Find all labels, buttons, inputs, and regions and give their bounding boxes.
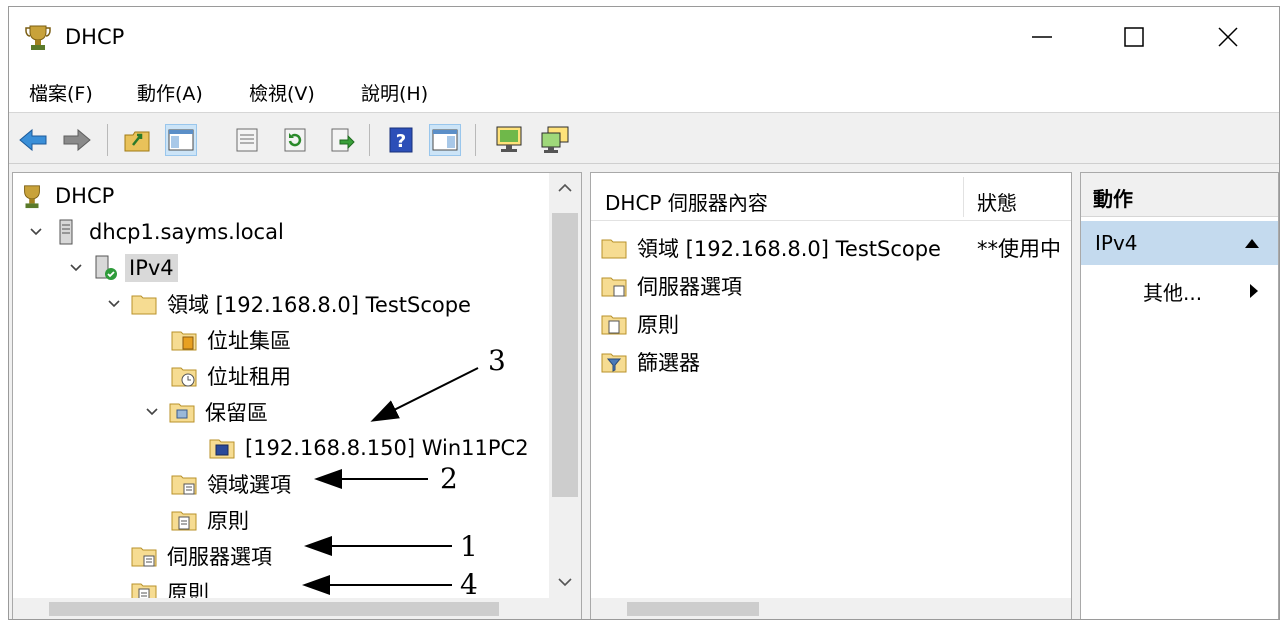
menu-view[interactable]: 檢視(V) <box>249 79 315 106</box>
scrollbar-thumb[interactable] <box>627 602 759 616</box>
ipv4-server-icon <box>95 255 117 280</box>
chevron-down-icon[interactable] <box>107 297 121 311</box>
tree-item-reservation-entry[interactable]: [192.168.8.150] Win11PC2 <box>209 431 529 465</box>
list-item-filters[interactable]: 篩選器 <box>601 345 700 379</box>
title-bar: DHCP <box>9 7 1279 67</box>
folder-icon <box>131 295 157 315</box>
list-item-server-options[interactable]: 伺服器選項 <box>601 269 742 303</box>
server-options-icon <box>131 547 157 567</box>
results-horizontal-scrollbar[interactable] <box>591 598 1071 619</box>
menu-file[interactable]: 檔案(F) <box>29 79 93 106</box>
tree-item-scope[interactable]: 領域 [192.168.8.0] TestScope <box>107 287 471 321</box>
annotation-number-1: 1 <box>460 530 478 563</box>
column-name-header[interactable]: DHCP 伺服器內容 <box>605 187 768 216</box>
annotation-number-4: 4 <box>460 568 478 601</box>
list-item-name: 領域 [192.168.8.0] TestScope <box>637 237 941 261</box>
show-hide-console-tree-icon[interactable] <box>165 124 197 156</box>
list-item-scope[interactable]: 領域 [192.168.8.0] TestScope **使用中 <box>601 231 1061 265</box>
add-server-icon[interactable] <box>539 124 571 156</box>
server-tower-icon <box>59 219 73 245</box>
submenu-arrow-icon[interactable] <box>1249 283 1259 299</box>
menu-bar: 檔案(F) 動作(A) 檢視(V) 說明(H) <box>9 67 1279 113</box>
list-item-name: 伺服器選項 <box>637 275 742 299</box>
scroll-up-icon[interactable] <box>558 183 572 193</box>
annotation-number-2: 2 <box>440 462 458 495</box>
folder-icon <box>601 239 627 259</box>
toolbar: ? <box>9 114 1279 164</box>
tree-label: DHCP <box>55 184 115 208</box>
list-item-name: 篩選器 <box>637 351 700 375</box>
tree-label: 伺服器選項 <box>167 545 272 569</box>
tree-label: [192.168.8.150] Win11PC2 <box>245 436 529 460</box>
reservations-icon <box>169 403 195 423</box>
scrollbar-thumb[interactable] <box>552 213 578 497</box>
tree-item-reservations[interactable]: 保留區 <box>145 395 268 429</box>
annotation-number-3: 3 <box>488 344 506 377</box>
tree-label: 原則 <box>207 509 249 533</box>
tree-item-server-options[interactable]: 伺服器選項 <box>131 539 272 573</box>
address-leases-icon <box>171 367 197 387</box>
action-pane: 動作 IPv4 其他... <box>1080 172 1279 619</box>
column-header: DHCP 伺服器內容 狀態 <box>591 173 1071 221</box>
tree-item-server[interactable]: dhcp1.sayms.local <box>29 215 284 249</box>
scroll-down-icon[interactable] <box>558 577 572 587</box>
help-icon[interactable]: ? <box>385 124 417 156</box>
dhcp-trophy-icon <box>25 25 51 50</box>
tree-label: 位址租用 <box>207 365 291 389</box>
tree-item-dhcp-root[interactable]: DHCP <box>19 179 114 213</box>
tree-horizontal-scrollbar[interactable] <box>13 598 581 619</box>
reservation-computer-icon <box>209 439 235 459</box>
export-list-icon[interactable] <box>327 124 359 156</box>
tree-label: 位址集區 <box>207 329 291 353</box>
refresh-icon[interactable] <box>279 124 311 156</box>
tree-item-scope-policies[interactable]: 原則 <box>171 503 249 537</box>
back-arrow-icon[interactable] <box>17 124 49 156</box>
up-folder-icon[interactable] <box>121 124 153 156</box>
tree-item-address-leases[interactable]: 位址租用 <box>171 359 291 393</box>
window-title: DHCP <box>65 25 125 49</box>
properties-icon[interactable] <box>231 124 263 156</box>
tree-label: 領域選項 <box>207 473 291 497</box>
tree-item-address-pool[interactable]: 位址集區 <box>171 323 291 357</box>
minimize-button[interactable] <box>1019 17 1065 57</box>
action-section-label: IPv4 <box>1095 231 1138 255</box>
scrollbar-thumb[interactable] <box>49 602 499 616</box>
action-pane-title: 動作 <box>1081 173 1278 217</box>
tree-label: 領域 [192.168.8.0] TestScope <box>167 293 471 317</box>
menu-action[interactable]: 動作(A) <box>137 79 203 106</box>
menu-help[interactable]: 說明(H) <box>361 79 428 106</box>
chevron-down-icon[interactable] <box>29 225 43 239</box>
svg-text:?: ? <box>396 131 406 152</box>
dhcp-console-window: DHCP 檔案(F) 動作(A) 檢視(V) 說明(H) ? DHCP dhcp… <box>8 6 1280 620</box>
action-section-ipv4[interactable]: IPv4 <box>1081 221 1278 265</box>
list-item-name: 原則 <box>637 313 679 337</box>
action-more-actions[interactable]: 其他... <box>1143 277 1202 306</box>
close-button[interactable] <box>1205 17 1251 57</box>
results-pane: DHCP 伺服器內容 狀態 領域 [192.168.8.0] TestScope… <box>590 172 1072 619</box>
scope-options-icon <box>171 475 197 495</box>
collapse-triangle-icon[interactable] <box>1244 237 1260 249</box>
chevron-down-icon[interactable] <box>69 261 83 275</box>
list-item-status: **使用中 <box>977 237 1061 261</box>
tree-item-ipv4[interactable]: IPv4 <box>69 251 178 285</box>
column-status-header[interactable]: 狀態 <box>977 187 1017 216</box>
forward-arrow-icon[interactable] <box>61 124 93 156</box>
filter-icon <box>601 353 627 373</box>
tree-vertical-scrollbar[interactable] <box>549 173 581 600</box>
policies-icon <box>601 315 627 335</box>
server-icon[interactable] <box>493 124 525 156</box>
console-tree-pane: DHCP dhcp1.sayms.local IPv4 領域 [192.168.… <box>12 172 582 619</box>
policies-icon <box>171 511 197 531</box>
maximize-button[interactable] <box>1111 17 1157 57</box>
list-item-policies[interactable]: 原則 <box>601 307 679 341</box>
show-hide-action-pane-icon[interactable] <box>429 124 461 156</box>
tree-item-scope-options[interactable]: 領域選項 <box>171 467 291 501</box>
server-options-icon <box>601 277 627 297</box>
tree-label: dhcp1.sayms.local <box>89 220 284 244</box>
tree-label: 保留區 <box>205 401 268 425</box>
tree-label: IPv4 <box>125 254 178 282</box>
chevron-down-icon[interactable] <box>145 405 159 419</box>
dhcp-trophy-icon <box>24 185 40 209</box>
address-pool-icon <box>171 331 197 351</box>
